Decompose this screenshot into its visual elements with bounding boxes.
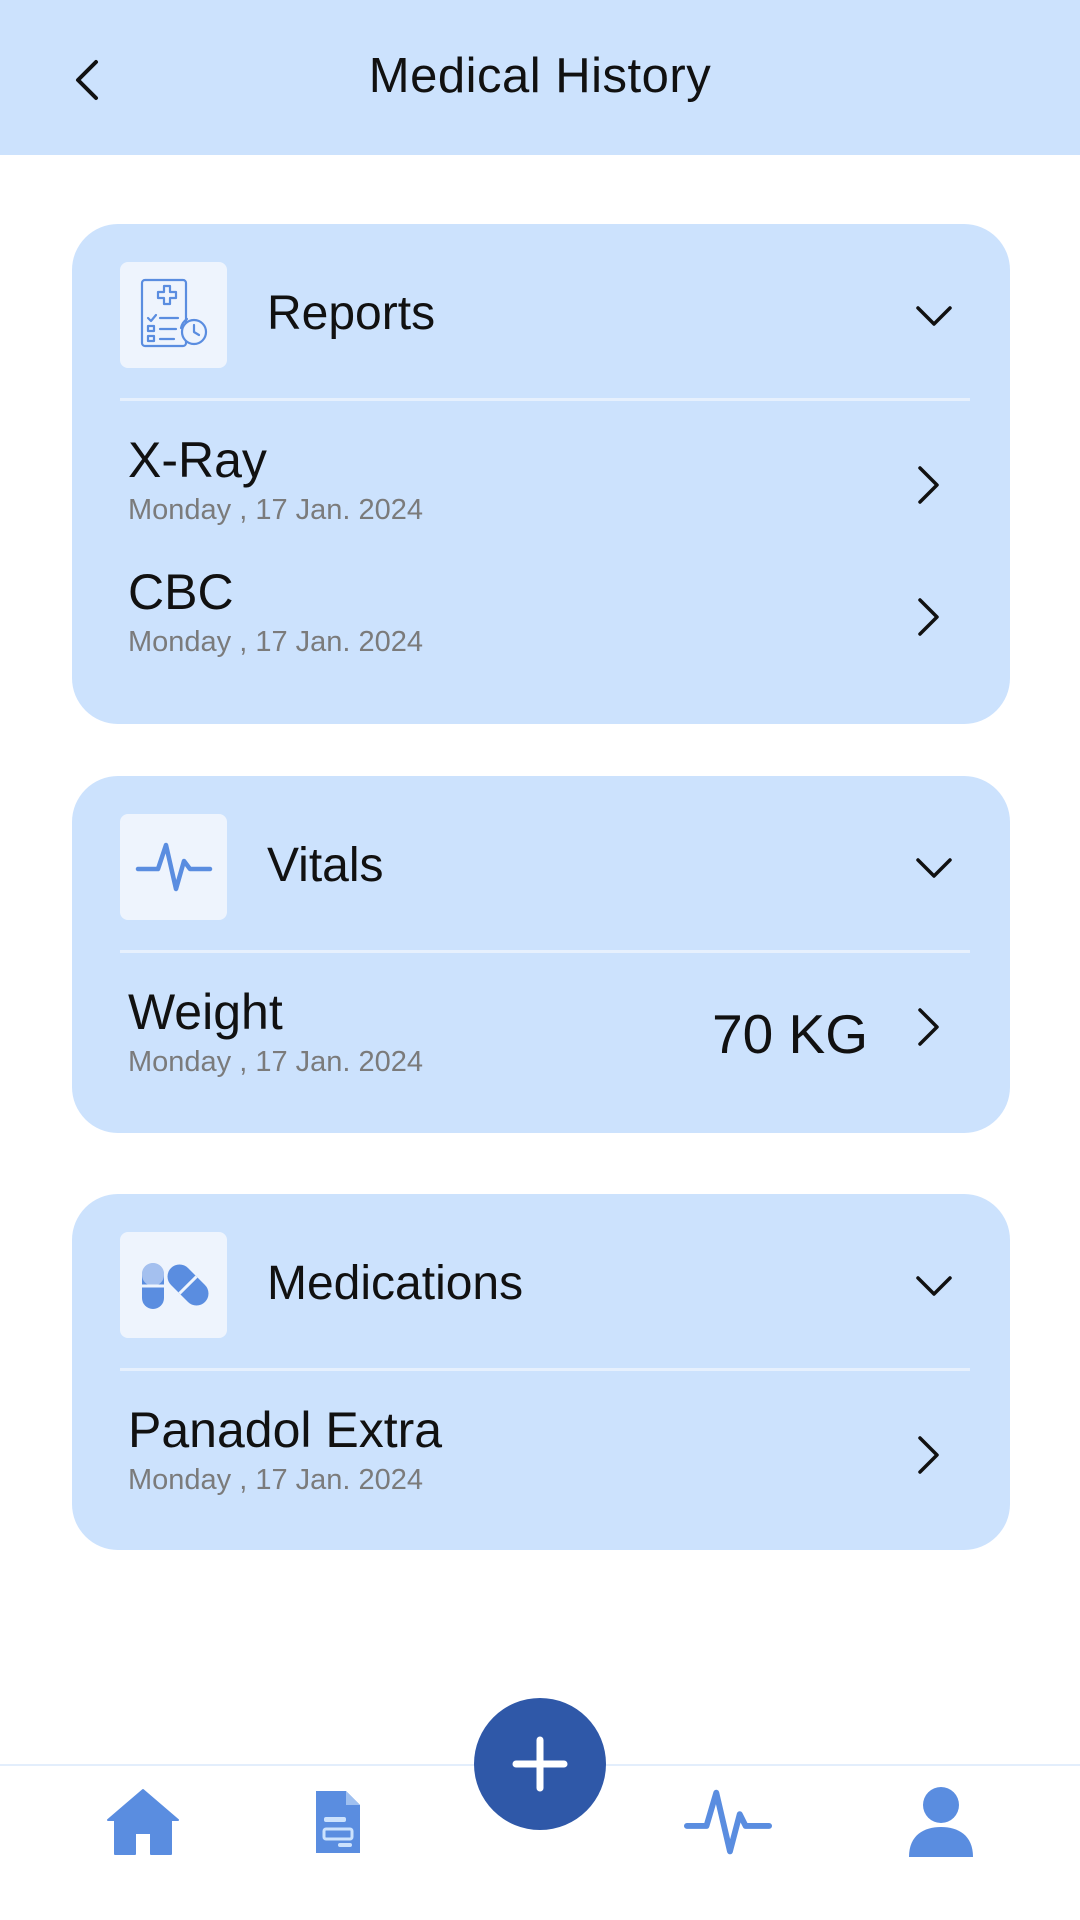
report-clipboard-icon (140, 278, 207, 348)
add-icon (512, 1736, 568, 1792)
chevron-down-icon (916, 306, 952, 326)
chevron-down-icon (916, 1276, 952, 1296)
reports-title: Reports (267, 287, 436, 340)
vitals-title: Vitals (267, 839, 384, 892)
pills-icon (141, 1263, 208, 1309)
section-divider (120, 1368, 970, 1371)
report-date: Monday , 17 Jan. 2024 (128, 626, 424, 658)
home-icon (107, 1789, 179, 1855)
chevron-right-icon (918, 466, 939, 504)
vital-value: 70 KG (712, 1003, 868, 1065)
report-row-cbc[interactable]: CBC Monday , 17 Jan. 2024 (128, 564, 970, 664)
medication-title: Panadol Extra (128, 1402, 443, 1458)
reports-card: Reports X-Ray Monday , 17 Jan. 2024 CBC … (72, 224, 1010, 724)
nav-vitals[interactable] (683, 1782, 773, 1862)
medication-date: Monday , 17 Jan. 2024 (128, 1464, 424, 1496)
vitals-section-header[interactable]: Vitals (120, 814, 970, 920)
chevron-down-icon (916, 858, 952, 878)
document-icon (316, 1791, 360, 1853)
medications-section-header[interactable]: Medications (120, 1232, 970, 1338)
nav-documents[interactable] (293, 1782, 383, 1862)
medications-title: Medications (267, 1257, 524, 1310)
section-divider (120, 950, 970, 953)
reports-expand-toggle[interactable] (914, 296, 954, 336)
section-divider (120, 398, 970, 401)
profile-icon (909, 1787, 973, 1857)
nav-profile[interactable] (896, 1782, 986, 1862)
chevron-right-icon (918, 1436, 939, 1474)
reports-section-header[interactable]: Reports (120, 262, 970, 368)
report-title: CBC (128, 564, 234, 620)
chevron-right-icon (918, 598, 939, 636)
chevron-right-icon (918, 1008, 939, 1046)
medications-card: Medications Panadol Extra Monday , 17 Ja… (72, 1194, 1010, 1550)
vital-date: Monday , 17 Jan. 2024 (128, 1046, 424, 1078)
page-title: Medical History (368, 49, 712, 103)
vital-row-weight[interactable]: Weight Monday , 17 Jan. 2024 70 KG (128, 984, 970, 1084)
medications-expand-toggle[interactable] (914, 1266, 954, 1306)
heartbeat-icon (135, 842, 212, 892)
vitals-expand-toggle[interactable] (914, 848, 954, 888)
app-header: Medical History (0, 0, 1080, 155)
report-date: Monday , 17 Jan. 2024 (128, 494, 424, 526)
vitals-card: Vitals Weight Monday , 17 Jan. 2024 70 K… (72, 776, 1010, 1133)
report-title: X-Ray (128, 432, 267, 488)
medication-row-panadol[interactable]: Panadol Extra Monday , 17 Jan. 2024 (128, 1402, 970, 1502)
add-button[interactable] (474, 1698, 606, 1830)
report-row-xray[interactable]: X-Ray Monday , 17 Jan. 2024 (128, 432, 970, 532)
heartbeat-icon (683, 1789, 773, 1855)
nav-home[interactable] (98, 1782, 188, 1862)
vital-title: Weight (128, 984, 283, 1040)
